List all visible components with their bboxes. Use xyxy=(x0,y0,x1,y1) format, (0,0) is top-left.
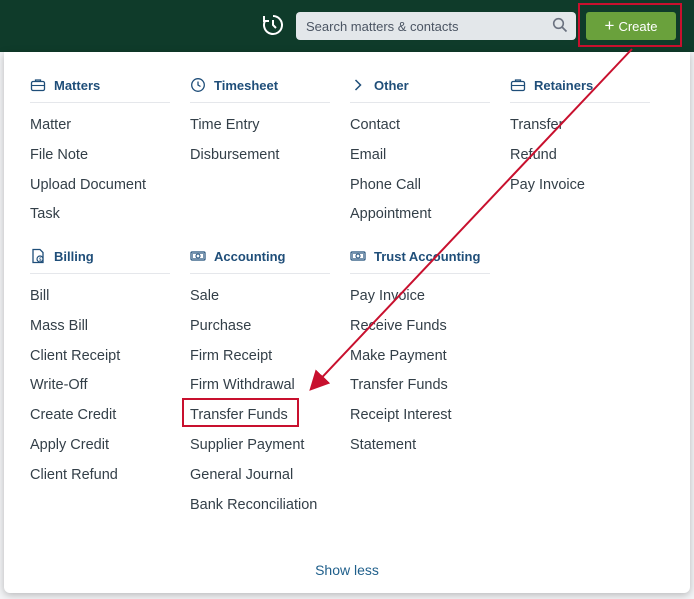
section-accounting: Accounting Sale Purchase Firm Receipt Fi… xyxy=(190,245,330,520)
menu-item-create-credit[interactable]: Create Credit xyxy=(30,401,170,431)
banknote-icon xyxy=(350,248,366,264)
menu-item-transfer[interactable]: Transfer xyxy=(510,111,650,141)
menu-item-receive-funds[interactable]: Receive Funds xyxy=(350,312,490,342)
show-less-link[interactable]: Show less xyxy=(4,562,690,578)
menu-item-client-refund[interactable]: Client Refund xyxy=(30,461,170,491)
section-timesheet: Timesheet Time Entry Disbursement xyxy=(190,74,330,171)
section-title: Retainers xyxy=(534,77,594,93)
wallet-icon xyxy=(510,77,526,93)
section-billing: $ Billing Bill Mass Bill Client Receipt … xyxy=(30,245,170,491)
menu-item-task[interactable]: Task xyxy=(30,200,170,230)
menu-item-sale[interactable]: Sale xyxy=(190,282,330,312)
menu-item-upload-document[interactable]: Upload Document xyxy=(30,171,170,201)
briefcase-icon xyxy=(30,77,46,93)
menu-item-purchase[interactable]: Purchase xyxy=(190,312,330,342)
svg-text:$: $ xyxy=(39,257,42,263)
menu-item-statement[interactable]: Statement xyxy=(350,431,490,461)
top-bar: Search matters & contacts + Create xyxy=(0,0,694,52)
menu-item-email[interactable]: Email xyxy=(350,141,490,171)
menu-item-bank-reconciliation[interactable]: Bank Reconciliation xyxy=(190,491,330,521)
menu-item-client-receipt[interactable]: Client Receipt xyxy=(30,342,170,372)
section-title: Accounting xyxy=(214,248,286,264)
chevron-right-icon xyxy=(350,77,366,93)
menu-item-disbursement[interactable]: Disbursement xyxy=(190,141,330,171)
menu-item-general-journal[interactable]: General Journal xyxy=(190,461,330,491)
create-menu-panel: Matters Matter File Note Upload Document… xyxy=(4,52,690,593)
menu-item-time-entry[interactable]: Time Entry xyxy=(190,111,330,141)
menu-item-supplier-payment[interactable]: Supplier Payment xyxy=(190,431,330,461)
menu-item-phone-call[interactable]: Phone Call xyxy=(350,171,490,201)
section-title: Billing xyxy=(54,248,94,264)
section-title: Matters xyxy=(54,77,101,93)
search-placeholder: Search matters & contacts xyxy=(306,19,459,34)
menu-item-apply-credit[interactable]: Apply Credit xyxy=(30,431,170,461)
section-trust-accounting: Trust Accounting Pay Invoice Receive Fun… xyxy=(350,245,490,461)
menu-item-write-off[interactable]: Write-Off xyxy=(30,371,170,401)
invoice-icon: $ xyxy=(30,248,46,264)
create-highlight-box xyxy=(578,3,682,47)
section-title: Trust Accounting xyxy=(374,248,481,264)
transfer-funds-highlight-box xyxy=(182,398,299,427)
search-icon[interactable] xyxy=(552,17,568,33)
menu-item-trust-transfer-funds[interactable]: Transfer Funds xyxy=(350,371,490,401)
menu-item-mass-bill[interactable]: Mass Bill xyxy=(30,312,170,342)
menu-item-bill[interactable]: Bill xyxy=(30,282,170,312)
banknote-icon xyxy=(190,248,206,264)
section-other: Other Contact Email Phone Call Appointme… xyxy=(350,74,490,230)
menu-item-contact[interactable]: Contact xyxy=(350,111,490,141)
menu-item-firm-withdrawal[interactable]: Firm Withdrawal xyxy=(190,371,330,401)
section-matters: Matters Matter File Note Upload Document… xyxy=(30,74,170,230)
menu-item-matter[interactable]: Matter xyxy=(30,111,170,141)
menu-item-firm-receipt[interactable]: Firm Receipt xyxy=(190,342,330,372)
menu-item-file-note[interactable]: File Note xyxy=(30,141,170,171)
menu-item-receipt-interest[interactable]: Receipt Interest xyxy=(350,401,490,431)
section-retainers: Retainers Transfer Refund Pay Invoice xyxy=(510,74,650,200)
menu-item-pay-invoice[interactable]: Pay Invoice xyxy=(510,171,650,201)
section-title: Other xyxy=(374,77,409,93)
menu-item-trust-pay-invoice[interactable]: Pay Invoice xyxy=(350,282,490,312)
search-input[interactable]: Search matters & contacts xyxy=(296,12,576,40)
section-title: Timesheet xyxy=(214,77,279,93)
history-icon[interactable] xyxy=(261,13,285,37)
clock-icon xyxy=(190,77,206,93)
menu-item-make-payment[interactable]: Make Payment xyxy=(350,342,490,372)
menu-item-refund[interactable]: Refund xyxy=(510,141,650,171)
menu-item-appointment[interactable]: Appointment xyxy=(350,200,490,230)
